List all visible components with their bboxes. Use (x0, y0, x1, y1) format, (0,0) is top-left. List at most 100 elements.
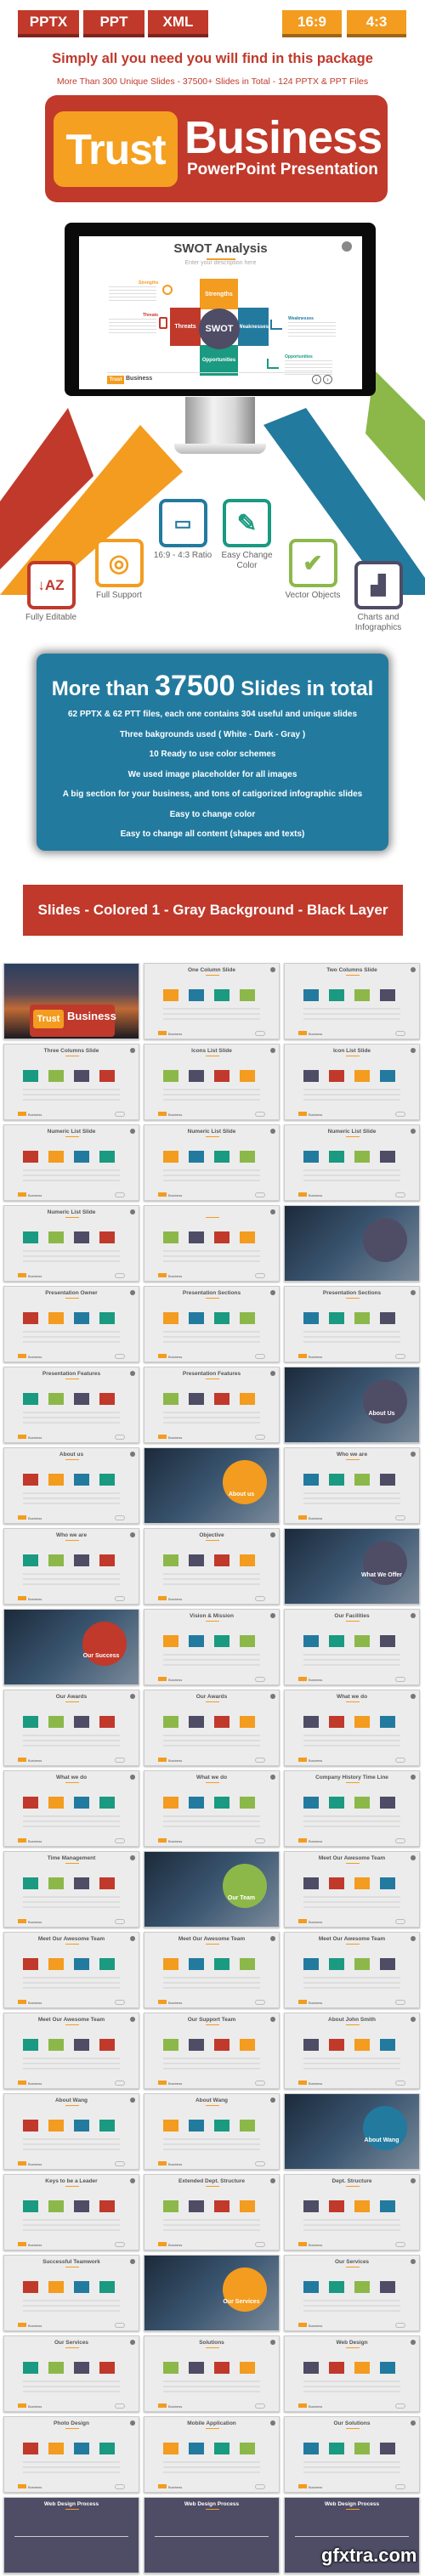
slide-thumbnail[interactable]: Time Management Business (3, 1851, 139, 1928)
slide-thumbnail[interactable]: Presentation Owner Business (3, 1286, 139, 1362)
footer-brand: Business (168, 1839, 183, 1843)
slide-thumbnail[interactable]: Who we are Business (284, 1447, 420, 1524)
slide-thumbnail[interactable]: Meet Our Awesome Team Business (144, 1932, 280, 2008)
text-line (303, 1013, 400, 1015)
slide-thumbnail[interactable]: Keys to be a Leader Business (3, 2174, 139, 2250)
slide-title: Objective (199, 1532, 224, 1538)
content-shape (74, 1231, 89, 1243)
slide-thumbnail[interactable]: Icons List Slide Business (144, 1044, 280, 1120)
slide-thumbnail[interactable]: Icon List Slide Business (284, 1044, 420, 1120)
slide-thumbnail[interactable]: About Us (284, 1367, 420, 1443)
slide-thumbnail[interactable]: Two Columns Slide Business (284, 963, 420, 1039)
text-line (23, 1255, 120, 1257)
slide-thumbnail[interactable] (284, 1205, 420, 1282)
content-shape (354, 1877, 370, 1889)
slide-thumbnail[interactable]: Our Awards Business (144, 1690, 280, 1766)
text-line (163, 1745, 260, 1747)
info-box: More than 37500 Slides in total 62 PPTX … (37, 654, 388, 851)
footer-brand: Business (28, 2162, 42, 2166)
content-shape (240, 1312, 255, 1324)
slide-thumbnail[interactable]: Three Columns Slide Business (3, 1044, 139, 1120)
slide-thumbnail[interactable]: Presentation Sections Business (144, 1286, 280, 1362)
footer-logo (158, 1273, 167, 1277)
slide-thumbnail[interactable]: Extended Dept. Structure Business (144, 2174, 280, 2250)
slide-thumbnail[interactable]: Trust Business (3, 963, 139, 1039)
slide-thumbnail[interactable]: What We Offer (284, 1528, 420, 1605)
slide-thumbnail[interactable]: Our Services Business (3, 2335, 139, 2412)
close-icon[interactable] (342, 241, 352, 252)
slide-title: Extended Dept. Structure (178, 2178, 245, 2184)
text-line (303, 1745, 400, 1747)
footer-brand: Business (28, 2404, 42, 2409)
text-line (23, 1336, 120, 1338)
next-slide-button[interactable]: › (323, 375, 332, 384)
title-underline (346, 1701, 360, 1702)
slide-thumbnail[interactable]: Numeric List Slide Business (144, 1124, 280, 1201)
slide-thumbnail[interactable]: Photo Design Business (3, 2416, 139, 2493)
slide-thumbnail[interactable]: About Wang (284, 2093, 420, 2170)
content-shape (214, 1635, 230, 1647)
slide-thumbnail[interactable]: Web Design Process (144, 2497, 280, 2573)
slide-thumbnail[interactable]: Our Services (144, 2255, 280, 2331)
slide-thumbnail[interactable]: Meet Our Awesome Team Business (284, 1932, 420, 2008)
slide-thumbnail[interactable]: Business (144, 1205, 280, 1282)
slide-thumbnail[interactable]: Presentation Features Business (144, 1367, 280, 1443)
content-shape (240, 2443, 255, 2454)
title-underline (206, 2105, 219, 2106)
slide-thumbnail[interactable]: Presentation Sections Business (284, 1286, 420, 1362)
label-weaknesses: Weaknesses (288, 316, 314, 321)
slide-thumbnail[interactable]: About John Smith Business (284, 2013, 420, 2089)
prev-slide-button[interactable]: ‹ (312, 375, 321, 384)
slide-thumbnail[interactable]: Our Services Business (284, 2255, 420, 2331)
content-shape (354, 2200, 370, 2212)
footer-brand: Business (28, 1516, 42, 1520)
footer-logo (158, 2484, 167, 2488)
text-line (303, 1896, 400, 1898)
slide-thumbnail[interactable]: About us (144, 1447, 280, 1524)
slide-thumbnail[interactable]: Successful Teamwork Business (3, 2255, 139, 2331)
content-shape (74, 1877, 89, 1889)
slide-thumbnail[interactable]: Meet Our Awesome Team Business (3, 2013, 139, 2089)
slide-thumbnail[interactable]: Company History Time Line Business (284, 1770, 420, 1847)
text-line (303, 1740, 400, 1741)
feature-label: Full Support (96, 591, 142, 600)
slide-thumbnail[interactable]: Our Solutions Business (284, 2416, 420, 2493)
slide-thumbnail[interactable]: What we do Business (284, 1690, 420, 1766)
slide-thumbnail[interactable]: Who we are Business (3, 1528, 139, 1605)
slide-thumbnail[interactable]: Numeric List Slide Business (3, 1205, 139, 1282)
slide-thumbnail[interactable]: About us Business (3, 1447, 139, 1524)
slide-thumbnail[interactable]: Objective Business (144, 1528, 280, 1605)
badge-ppt: PPT (83, 10, 144, 37)
nav-arrows-icon (115, 1192, 125, 1197)
slide-thumbnail[interactable]: What we do Business (144, 1770, 280, 1847)
slide-thumbnail[interactable]: One Column Slide Business (144, 963, 280, 1039)
footer-logo (158, 1838, 167, 1843)
slide-thumbnail[interactable]: Numeric List Slide Business (3, 1124, 139, 1201)
slide-thumbnail[interactable]: Our Awards Business (3, 1690, 139, 1766)
content-shape (74, 1070, 89, 1082)
slide-thumbnail[interactable]: What we do Business (3, 1770, 139, 1847)
slide-thumbnail[interactable]: Web Design Business (284, 2335, 420, 2412)
text-line (163, 1583, 260, 1585)
slide-thumbnail[interactable]: Our Facilities Business (284, 1609, 420, 1685)
slide-thumbnail[interactable]: About Wang Business (3, 2093, 139, 2170)
text-line (303, 1664, 400, 1666)
slide-thumbnail[interactable]: Numeric List Slide Business (284, 1124, 420, 1201)
slide-thumbnail[interactable]: Solutions Business (144, 2335, 280, 2412)
slide-thumbnail[interactable]: Our Support Team Business (144, 2013, 280, 2089)
subheadline: More Than 300 Unique Slides - 37500+ Sli… (56, 76, 369, 87)
slide-thumbnail[interactable]: Mobile Application Business (144, 2416, 280, 2493)
slide-thumbnail[interactable]: Our Team (144, 1851, 280, 1928)
slide-thumbnail[interactable]: About Wang Business (144, 2093, 280, 2170)
slide-thumbnail[interactable]: Dept. Structure Business (284, 2174, 420, 2250)
slide-thumbnail[interactable]: Presentation Features Business (3, 1367, 139, 1443)
footer-logo (158, 2403, 167, 2408)
slide-thumbnail[interactable]: Web Design Process (3, 2497, 139, 2573)
slide-thumbnail[interactable]: Meet Our Awesome Team Business (284, 1851, 420, 1928)
content-shape (99, 1312, 115, 1324)
slide-thumbnail[interactable]: Vision & Mission Business (144, 1609, 280, 1685)
feature-label: Fully Editable (25, 613, 77, 622)
nav-arrows-icon (115, 2403, 125, 2409)
slide-thumbnail[interactable]: Meet Our Awesome Team Business (3, 1932, 139, 2008)
slide-thumbnail[interactable]: Our Success (3, 1609, 139, 1685)
